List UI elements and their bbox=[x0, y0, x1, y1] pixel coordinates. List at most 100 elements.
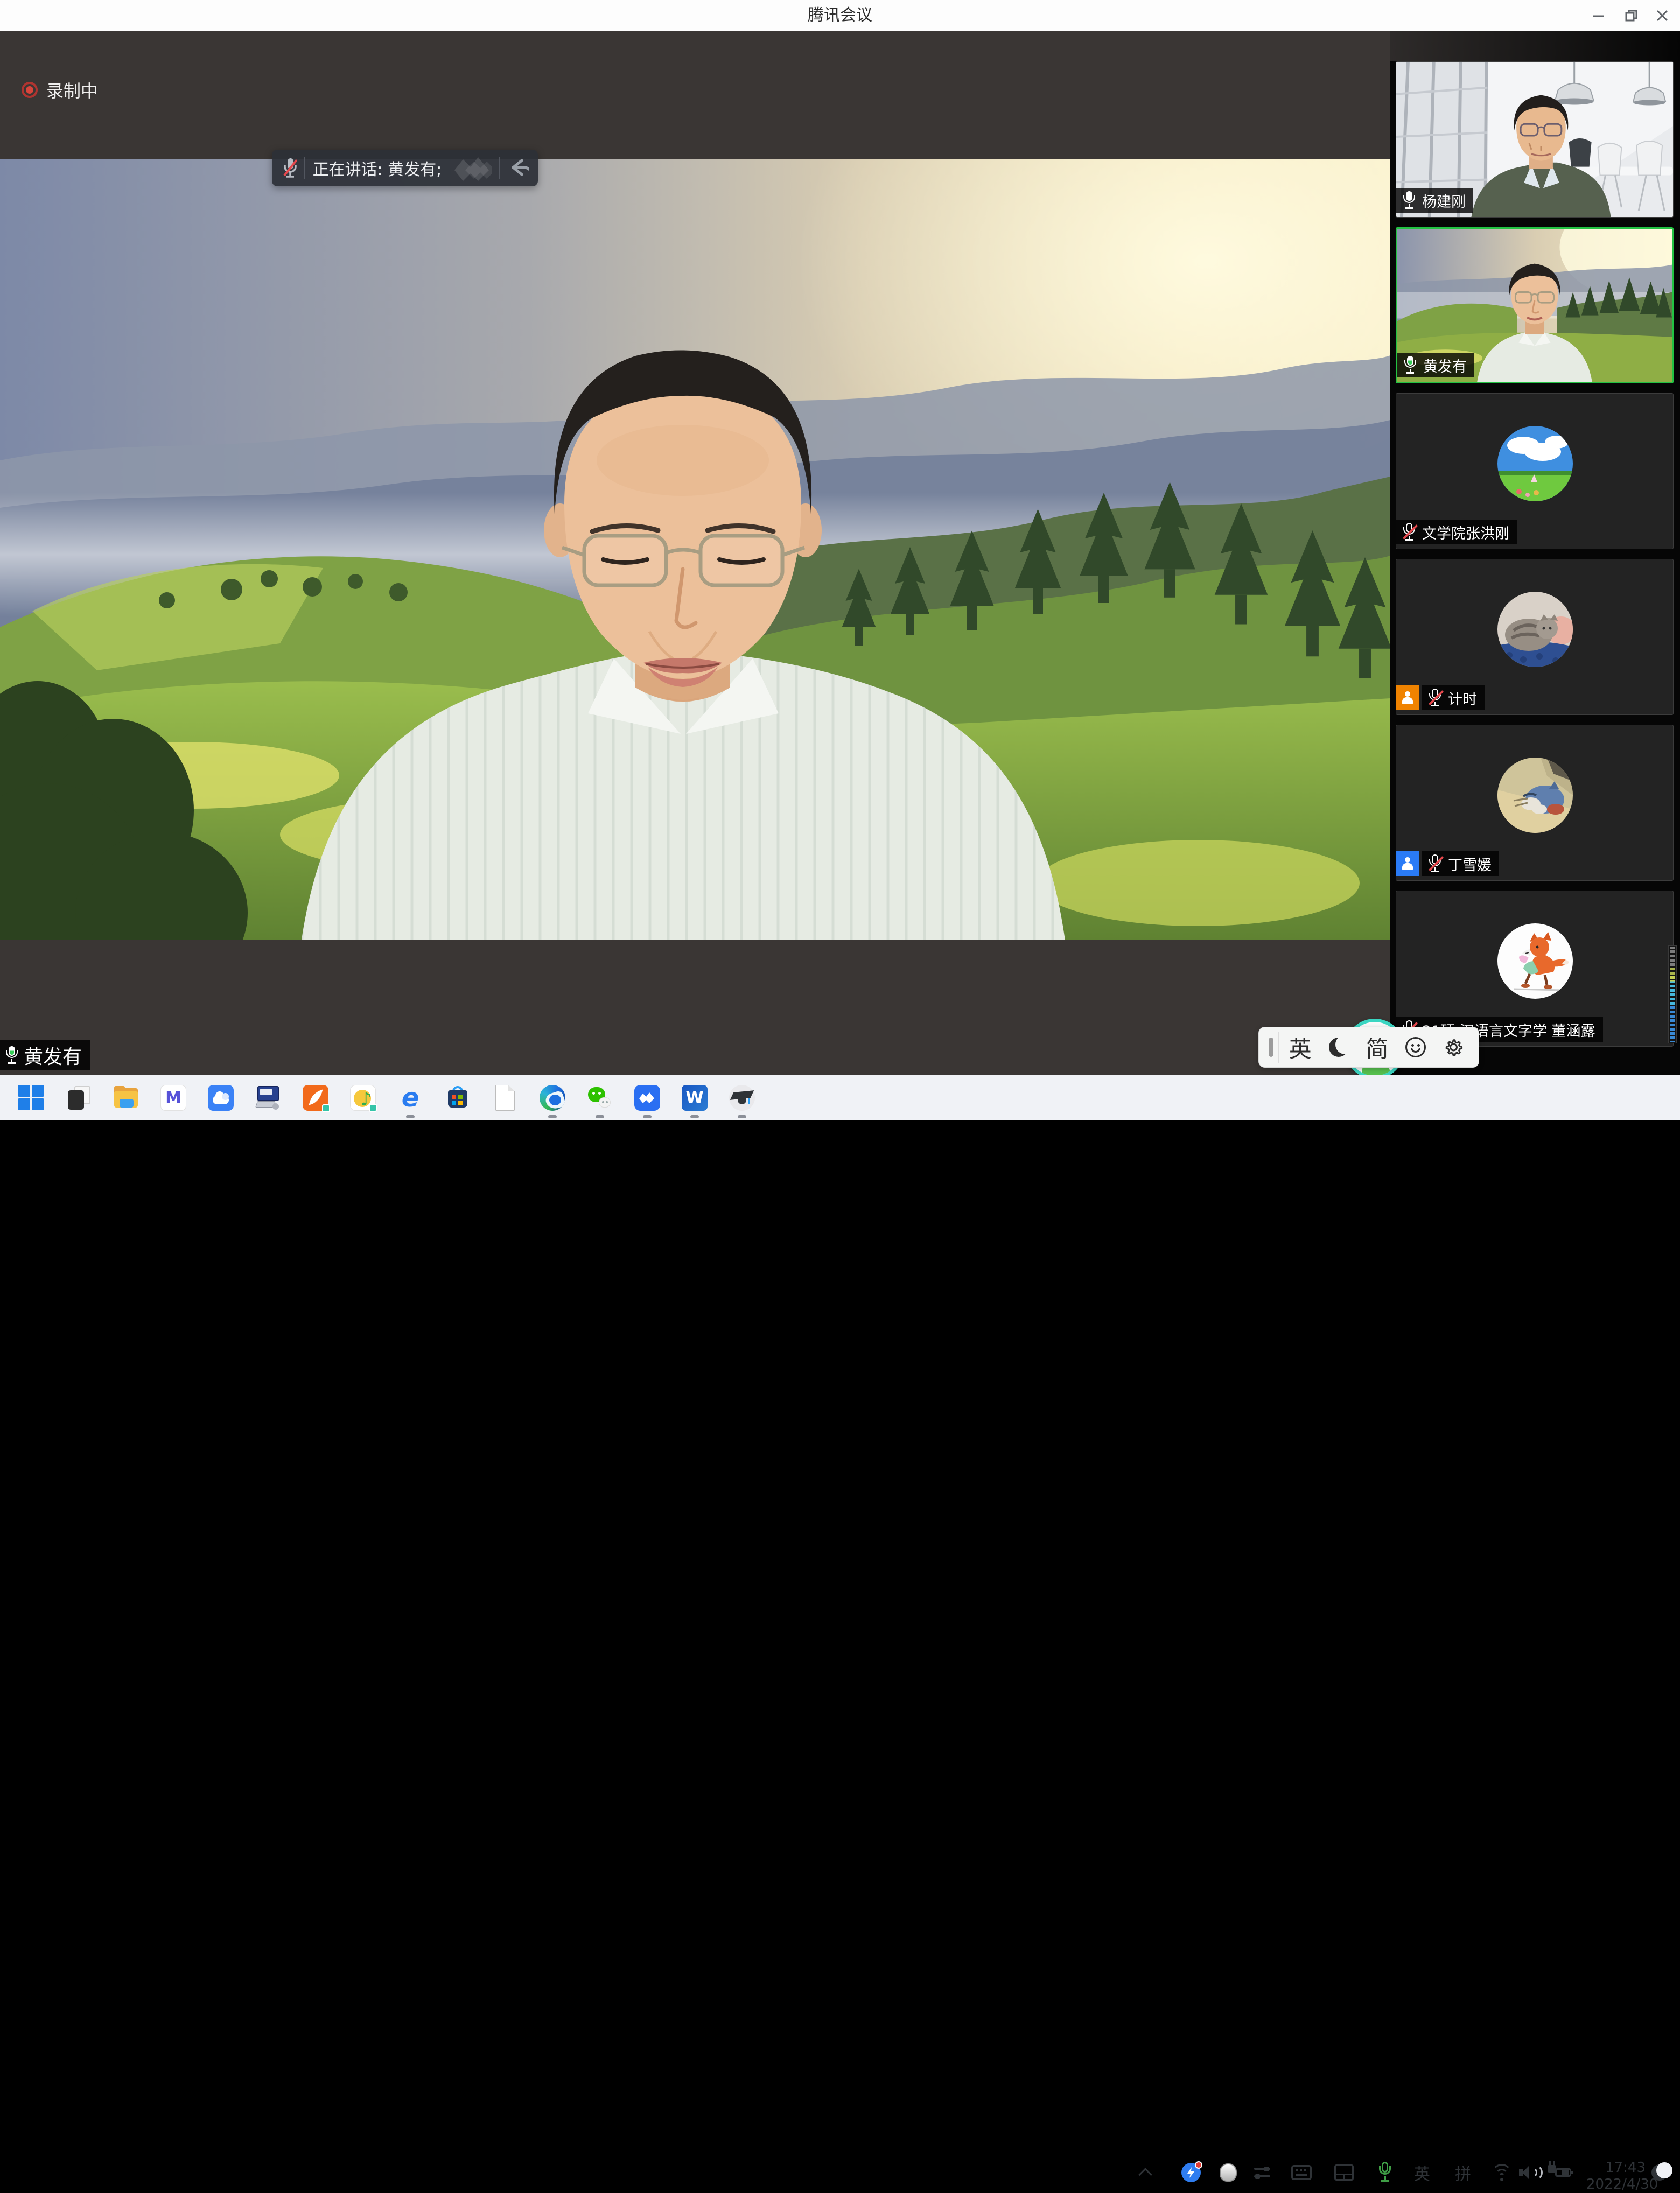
taskbar-writer-app[interactable] bbox=[292, 1075, 339, 1120]
tray-language-en[interactable]: 英 bbox=[1414, 2160, 1430, 2185]
audio-level-bar[interactable] bbox=[1668, 945, 1677, 1043]
tray-microphone-icon[interactable] bbox=[1378, 2160, 1392, 2185]
tray-language-pinyin[interactable]: 拼 bbox=[1455, 2160, 1471, 2185]
notes-app-icon bbox=[66, 1085, 92, 1111]
taskbar-music-app[interactable]: ♪ bbox=[339, 1075, 387, 1120]
tray-battery-icon[interactable] bbox=[1548, 2160, 1571, 2185]
ime-language-toggle[interactable]: 英 bbox=[1281, 1027, 1319, 1067]
tray-focus-moon-icon[interactable] bbox=[1651, 2160, 1668, 2185]
ime-language-label: 英 bbox=[1289, 1031, 1312, 1064]
participant-avatar bbox=[1497, 426, 1573, 501]
mic-muted-icon[interactable] bbox=[281, 156, 297, 180]
graduation-cap-icon bbox=[729, 1085, 755, 1111]
participant-tile-jishi[interactable]: 计时 bbox=[1396, 559, 1674, 715]
tencent-meeting-icon bbox=[634, 1085, 660, 1111]
computer-keyboard-icon bbox=[255, 1085, 281, 1111]
participant-name: 文学院张洪刚 bbox=[1422, 522, 1509, 543]
mic-speaking-icon bbox=[4, 1046, 19, 1064]
minimize-button[interactable] bbox=[1587, 5, 1609, 26]
taskbar-edge[interactable] bbox=[529, 1075, 576, 1120]
close-button[interactable] bbox=[1651, 5, 1673, 26]
store-bag-icon bbox=[445, 1085, 471, 1111]
participant-name-bar: 杨建刚 bbox=[1396, 188, 1473, 213]
tray-volume-icon[interactable] bbox=[1519, 2160, 1541, 2185]
ime-fullhalf-moon-icon[interactable] bbox=[1319, 1027, 1357, 1067]
participant-avatar bbox=[1497, 923, 1573, 999]
tray-touchpad-icon[interactable] bbox=[1334, 2160, 1354, 2185]
reply-arrow-icon[interactable] bbox=[508, 156, 529, 180]
folder-icon bbox=[113, 1085, 139, 1111]
restore-button[interactable] bbox=[1621, 5, 1642, 26]
participant-tile-huangfayou[interactable]: 黄发有 bbox=[1396, 227, 1674, 383]
word-icon: W bbox=[682, 1085, 708, 1111]
taskbar-app-notes[interactable] bbox=[55, 1075, 102, 1120]
mic-speaking-icon bbox=[1403, 356, 1418, 374]
mic-muted-icon bbox=[1402, 523, 1417, 541]
ime-toolbar[interactable]: 英 简 bbox=[1258, 1027, 1479, 1068]
taskbar-cloud-app[interactable] bbox=[197, 1075, 244, 1120]
participant-tile-donghanlu[interactable]: 21硕 汉语言文字学 董涵露 bbox=[1396, 891, 1674, 1047]
e-browser-icon: e bbox=[397, 1085, 423, 1111]
tray-hidden-icons-chevron[interactable] bbox=[1140, 2160, 1150, 2185]
person-icon bbox=[1401, 691, 1414, 704]
stage-speaker-name: 黄发有 bbox=[24, 1041, 82, 1069]
tray-input-method-icon[interactable] bbox=[1220, 2160, 1237, 2185]
tray-sliders-icon[interactable] bbox=[1253, 2160, 1271, 2185]
main-speaker-video bbox=[0, 159, 1390, 940]
participant-tile-zhanghonggang[interactable]: 文学院张洪刚 bbox=[1396, 393, 1674, 549]
document-icon bbox=[495, 1085, 515, 1111]
taskbar-document[interactable] bbox=[481, 1075, 529, 1120]
title-bar: 腾讯会议 bbox=[0, 0, 1680, 31]
participants-panel: 杨建刚 bbox=[1390, 31, 1680, 1075]
participant-name: 计时 bbox=[1448, 688, 1477, 709]
ime-simplified-label: 简 bbox=[1366, 1031, 1389, 1064]
participant-name-bar: 计时 bbox=[1396, 685, 1485, 710]
divider bbox=[1278, 1032, 1279, 1063]
music-note-icon: ♪ bbox=[350, 1085, 376, 1111]
person-icon bbox=[1401, 857, 1414, 870]
panel-top-fade bbox=[1390, 31, 1680, 61]
tray-keyboard-icon[interactable] bbox=[1291, 2160, 1312, 2185]
quill-icon bbox=[303, 1085, 328, 1111]
taskbar-education-app[interactable] bbox=[718, 1075, 766, 1120]
ime-simplified-toggle[interactable]: 简 bbox=[1358, 1027, 1396, 1067]
participant-name: 杨建刚 bbox=[1422, 190, 1466, 211]
mic-on-icon bbox=[1402, 191, 1417, 209]
taskbar-wechat[interactable] bbox=[576, 1075, 624, 1120]
ime-emoji-button[interactable] bbox=[1396, 1027, 1434, 1067]
taskbar-word[interactable]: W bbox=[671, 1075, 718, 1120]
participant-tile-dingxueyuan[interactable]: 丁雪媛 bbox=[1396, 725, 1674, 881]
ime-drag-handle[interactable] bbox=[1269, 1038, 1273, 1057]
windows-logo-icon bbox=[18, 1085, 44, 1111]
divider bbox=[304, 157, 305, 179]
taskbar-remote-input-app[interactable] bbox=[244, 1075, 292, 1120]
tray-wifi-icon[interactable] bbox=[1491, 2160, 1513, 2185]
participant-name: 黄发有 bbox=[1423, 355, 1467, 376]
role-badge-blue bbox=[1396, 851, 1419, 876]
participant-avatar bbox=[1497, 592, 1573, 667]
participant-tile-yangjiangang[interactable]: 杨建刚 bbox=[1396, 61, 1674, 218]
divider bbox=[499, 157, 500, 179]
tray-lightning-app-icon[interactable] bbox=[1181, 2160, 1201, 2185]
taskbar-browser-ie[interactable]: e bbox=[387, 1075, 434, 1120]
recording-indicator[interactable]: 录制中 bbox=[22, 78, 98, 102]
tray-clock[interactable]: 17:43 2022/4/30 bbox=[1586, 2160, 1646, 2185]
ime-settings-gear-icon[interactable] bbox=[1435, 1027, 1473, 1067]
edge-browser-icon bbox=[540, 1085, 565, 1111]
wechat-icon bbox=[587, 1085, 613, 1111]
taskbar-tencent-meeting[interactable] bbox=[624, 1075, 671, 1120]
participant-name-bar: 丁雪媛 bbox=[1396, 851, 1499, 876]
record-icon bbox=[22, 82, 38, 98]
start-button[interactable] bbox=[8, 1075, 55, 1120]
participant-name-bar: 文学院张洪刚 bbox=[1396, 520, 1517, 544]
role-badge-orange bbox=[1396, 685, 1419, 710]
participant-name: 丁雪媛 bbox=[1448, 853, 1492, 874]
tray-date: 2022/4/30 bbox=[1586, 2176, 1646, 2193]
taskbar-microsoft-store[interactable] bbox=[434, 1075, 481, 1120]
mic-muted-icon bbox=[1427, 854, 1443, 873]
cloud-icon bbox=[208, 1085, 234, 1111]
taskbar-app-m[interactable]: M bbox=[150, 1075, 197, 1120]
speaking-toolbar: 正在讲话: 黄发有; bbox=[272, 150, 538, 186]
recording-label: 录制中 bbox=[46, 78, 98, 102]
taskbar-file-explorer[interactable] bbox=[102, 1075, 150, 1120]
